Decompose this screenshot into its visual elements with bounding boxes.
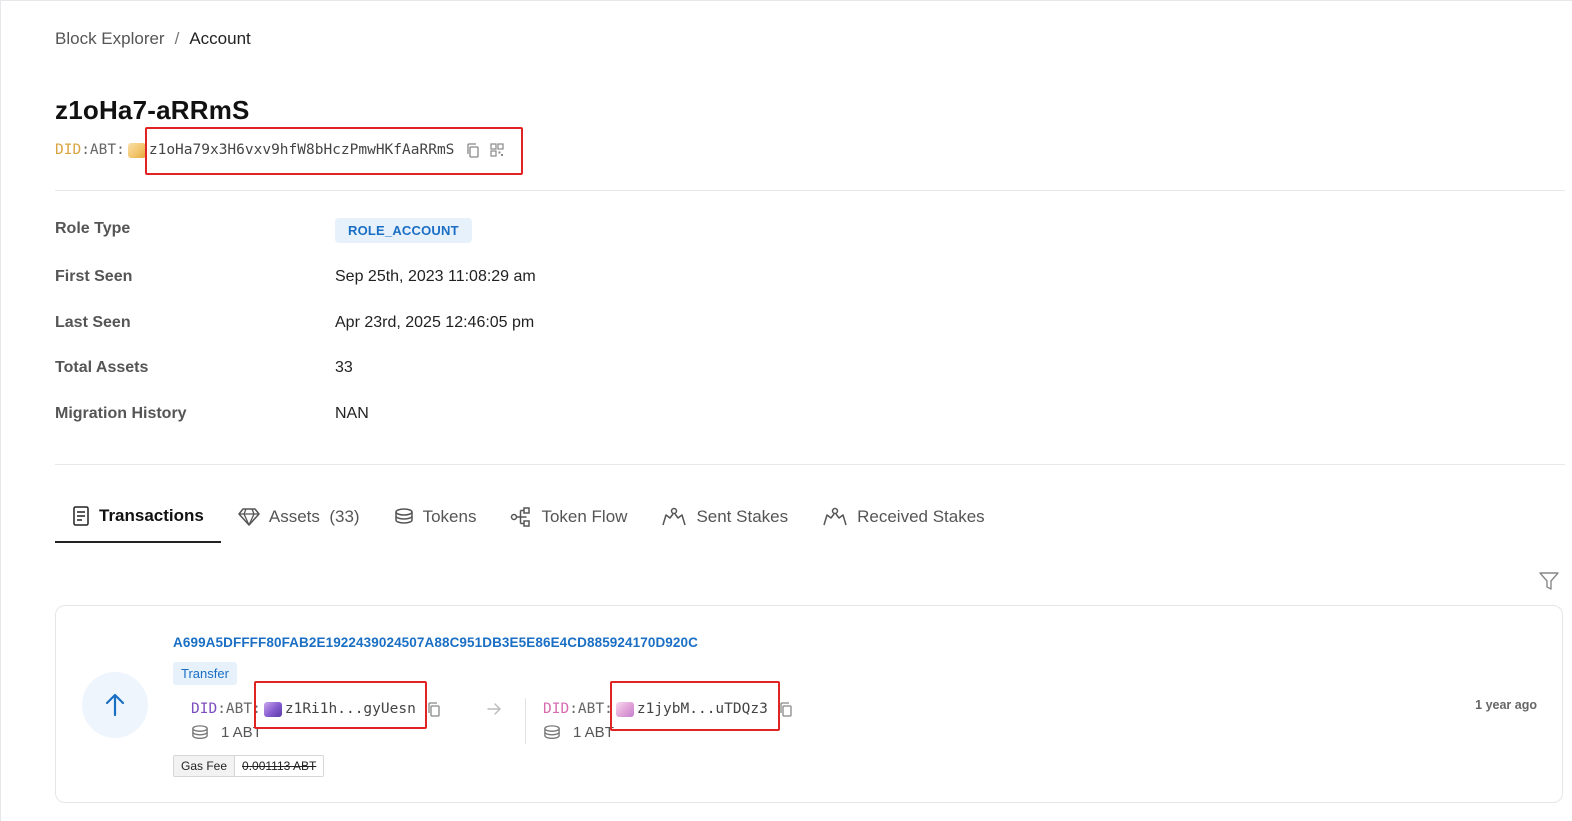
tab-label: Sent Stakes [696, 506, 789, 526]
info-label: Migration History [55, 405, 187, 422]
receiver-address[interactable]: z1jybM...uTDQz3 [637, 701, 768, 717]
arrow-up-icon [82, 672, 148, 738]
sender-amount-value: 1 ABT [221, 724, 262, 741]
account-did: DID:ABT: z1oHa79x3H6vxv9hfW8bHczPmwHKfAa… [55, 141, 506, 159]
coins-icon [544, 724, 560, 739]
tab-label: Tokens [422, 506, 477, 526]
did-prefix: DID:ABT: [55, 142, 125, 158]
info-row-last-seen: Last Seen Apr 23rd, 2025 12:46:05 pm [55, 314, 534, 332]
tab-transactions[interactable]: Transactions [55, 490, 221, 543]
did-address[interactable]: z1oHa79x3H6vxv9hfW8bHczPmwHKfAaRRmS [149, 142, 455, 158]
tab-label: Received Stakes [857, 506, 985, 526]
tab-bar: Transactions Assets (33) Tokens Token Fl… [55, 490, 1002, 543]
tab-tokens[interactable]: Tokens [377, 490, 494, 543]
filter-icon[interactable] [1538, 570, 1560, 597]
info-value: NAN [335, 405, 369, 422]
diamond-icon [238, 507, 260, 526]
copy-icon[interactable] [777, 700, 795, 718]
tab-received-stakes[interactable]: Received Stakes [805, 490, 1002, 543]
breadcrumb-block-explorer[interactable]: Block Explorer [55, 29, 165, 49]
breadcrumb-account: Account [189, 29, 251, 48]
party-divider [525, 698, 526, 744]
tab-label: Assets (33) [268, 506, 360, 526]
receiver-did: DID:ABT: z1jybM...uTDQz3 [543, 700, 795, 718]
tab-label: Token Flow [541, 506, 628, 526]
info-row-first-seen: First Seen Sep 25th, 2023 11:08:29 am [55, 268, 536, 286]
receiver-amount-value: 1 ABT [573, 724, 614, 741]
coins-icon [394, 507, 413, 524]
receiver-amount: 1 ABT [543, 724, 614, 741]
breadcrumb: Block Explorer / Account [55, 29, 251, 49]
gas-fee-value: 0.001113 ABT [235, 756, 324, 776]
transaction-card[interactable]: A699A5DFFFF80FAB2E1922439024507A88C951DB… [55, 605, 1563, 803]
arrow-right-icon [486, 702, 502, 721]
sender-amount: 1 ABT [191, 724, 262, 741]
divider-middle [55, 464, 1565, 465]
info-label: Role Type [55, 220, 131, 237]
copy-icon[interactable] [464, 141, 482, 159]
qrcode-icon[interactable] [488, 141, 506, 159]
info-value: 33 [335, 359, 353, 376]
info-label: Last Seen [55, 314, 131, 331]
info-row-migration-history: Migration History NAN [55, 405, 369, 423]
coins-icon [192, 724, 208, 739]
gas-fee: Gas Fee 0.001113 ABT [173, 755, 325, 777]
sender-avatar [263, 701, 282, 717]
sender-address[interactable]: z1Ri1h...gyUesn [285, 701, 416, 717]
transaction-hash-link[interactable]: A699A5DFFFF80FAB2E1922439024507A88C951DB… [173, 635, 698, 650]
info-value: Apr 23rd, 2025 12:46:05 pm [335, 314, 535, 331]
sender-did: DID:ABT: z1Ri1h...gyUesn [191, 700, 443, 718]
info-label: First Seen [55, 268, 133, 285]
tab-label: Transactions [99, 505, 204, 525]
role-badge: ROLE_ACCOUNT [335, 218, 472, 243]
info-row-total-assets: Total Assets 33 [55, 359, 353, 377]
stake-icon [662, 507, 687, 525]
tab-sent-stakes[interactable]: Sent Stakes [644, 490, 805, 543]
info-row-role-type: Role Type ROLE_ACCOUNT [55, 218, 472, 243]
stake-icon [823, 507, 847, 525]
breadcrumb-separator: / [174, 29, 180, 48]
transaction-type-badge: Transfer [173, 662, 237, 685]
receiver-avatar [615, 701, 634, 717]
divider-top [55, 190, 1565, 191]
gas-fee-label: Gas Fee [174, 756, 236, 776]
page-title: z1oHa7-aRRmS [55, 95, 250, 125]
info-value: Sep 25th, 2023 11:08:29 am [335, 268, 536, 285]
flow-icon [511, 506, 531, 527]
transaction-time: 1 year ago [1475, 698, 1537, 712]
tab-assets[interactable]: Assets (33) [221, 490, 377, 543]
tab-token-flow[interactable]: Token Flow [493, 490, 644, 543]
info-label: Total Assets [55, 359, 149, 376]
did-avatar [127, 142, 146, 158]
copy-icon[interactable] [425, 700, 443, 718]
receipt-icon [73, 505, 89, 526]
